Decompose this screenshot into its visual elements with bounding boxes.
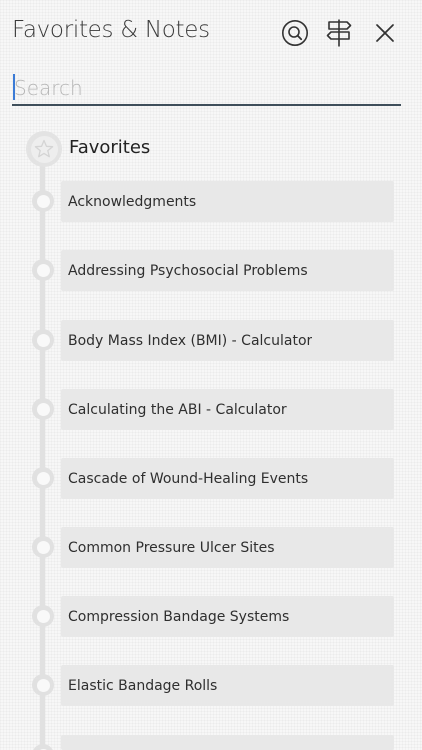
list-item: Cascade of Wound-Healing Events xyxy=(0,458,422,500)
favorite-item-label: Body Mass Index (BMI) - Calculator xyxy=(68,332,313,349)
list-item: Compression Bandage Systems xyxy=(0,596,422,638)
favorite-item-label: Compression Bandage Systems xyxy=(68,608,290,625)
favorite-item-label: Acknowledgments xyxy=(68,193,197,210)
list-item: Common Pressure Ulcer Sites xyxy=(0,527,422,569)
favorite-item-label: Addressing Psychosocial Problems xyxy=(68,262,308,279)
timeline-dot xyxy=(32,744,54,750)
timeline-dot xyxy=(32,259,54,281)
favorite-item-label: Elastic Bandage Rolls xyxy=(68,677,218,694)
timeline-dot xyxy=(32,190,54,212)
favorite-item-card[interactable]: Cascade of Wound-Healing Events xyxy=(61,458,394,499)
favorite-item-card[interactable]: Calculating the ABI - Calculator xyxy=(61,389,394,430)
favorite-item-card[interactable]: Compression Bandage Systems xyxy=(61,596,394,637)
list-item: Body Mass Index (BMI) - Calculator xyxy=(0,320,422,362)
favorite-item-label: Cascade of Wound-Healing Events xyxy=(68,470,309,487)
list-item: Addressing Psychosocial Problems xyxy=(0,250,422,292)
list-item: Acknowledgments xyxy=(0,181,422,223)
timeline-dot xyxy=(32,674,54,696)
favorite-item-card[interactable]: Common Pressure Ulcer Sites xyxy=(61,527,394,568)
favorite-item-card[interactable]: Body Mass Index (BMI) - Calculator xyxy=(61,320,394,361)
list-item: Calculating the ABI - Calculator xyxy=(0,389,422,431)
list-item: Elastic Bandage Rolls xyxy=(0,665,422,707)
timeline-dot xyxy=(32,605,54,627)
timeline-dot xyxy=(32,398,54,420)
timeline-dot xyxy=(32,467,54,489)
list-item xyxy=(0,735,422,750)
timeline-dot xyxy=(32,329,54,351)
favorite-item-card[interactable]: Elastic Bandage Rolls xyxy=(61,665,394,706)
favorite-item-card[interactable]: Acknowledgments xyxy=(61,181,394,222)
favorite-item-card[interactable]: Addressing Psychosocial Problems xyxy=(61,250,394,291)
timeline-dot xyxy=(32,536,54,558)
favorites-list: Acknowledgments Addressing Psychosocial … xyxy=(0,0,422,750)
favorite-item-label: Common Pressure Ulcer Sites xyxy=(68,539,275,556)
favorite-item-label: Calculating the ABI - Calculator xyxy=(68,401,287,418)
favorite-item-card[interactable] xyxy=(61,735,394,750)
